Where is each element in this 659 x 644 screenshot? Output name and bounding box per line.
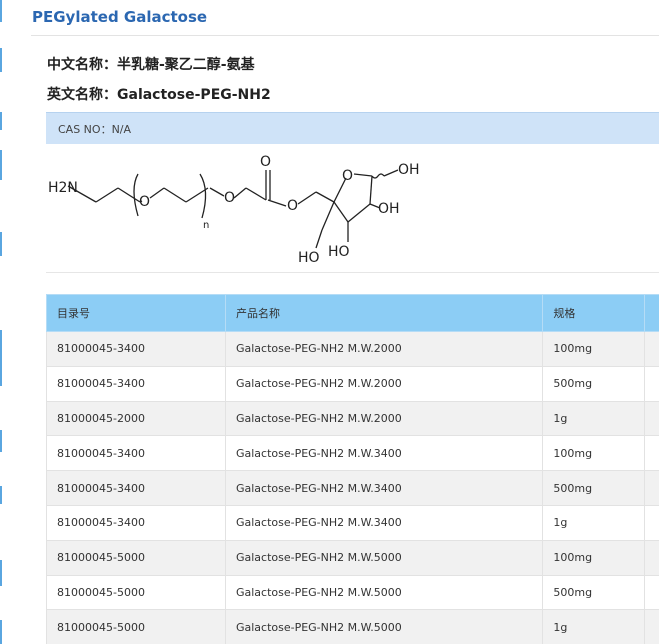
english-name-label: 英文名称：	[47, 87, 117, 103]
extra-cell	[643, 470, 659, 506]
product-name-cell: Galactose-PEG-NH2 M.W.2000	[224, 365, 544, 402]
header-product-name: 产品名称	[224, 294, 544, 332]
header-catalog-number: 目录号	[46, 294, 226, 332]
catalog-number-cell: 81000045-3400	[46, 365, 226, 402]
extra-cell	[643, 400, 659, 437]
title-divider	[31, 35, 659, 36]
english-name: 英文名称：Galactose-PEG-NH2	[47, 84, 271, 104]
product-name-cell: Galactose-PEG-NH2 M.W.3400	[224, 435, 544, 472]
hydroxyl-label: OH	[398, 162, 420, 178]
product-name-cell: Galactose-PEG-NH2 M.W.3400	[224, 470, 544, 506]
table-row: 81000045-5000 Galactose-PEG-NH2 M.W.5000 5…	[46, 574, 659, 611]
catalog-number-cell: 81000045-3400	[46, 435, 226, 472]
table-row: 81000045-3400 Galactose-PEG-NH2 M.W.2000 5…	[46, 365, 659, 402]
specification-cell: 1g	[542, 400, 645, 437]
catalog-number-cell: 81000045-3400	[46, 331, 226, 367]
header-specification: 规格	[542, 294, 645, 332]
chinese-name-value: 半乳糖-聚乙二醇-氨基	[117, 57, 255, 73]
specification-cell: 100mg	[542, 331, 645, 367]
product-name-cell: Galactose-PEG-NH2 M.W.3400	[224, 504, 544, 541]
cas-bar: CAS NO：N/A	[46, 112, 659, 144]
oxygen-label: O	[342, 168, 353, 184]
product-name-cell: Galactose-PEG-NH2 M.W.2000	[224, 331, 544, 367]
hydroxyl-label: HO	[328, 244, 350, 260]
structure-divider	[46, 272, 659, 273]
chemical-structure: H2N O n O O O O OH OH HO HO	[48, 154, 420, 266]
chinese-name: 中文名称：半乳糖-聚乙二醇-氨基	[47, 54, 255, 74]
catalog-number-cell: 81000045-5000	[46, 574, 226, 611]
specification-cell: 100mg	[542, 539, 645, 576]
catalog-number-cell: 81000045-5000	[46, 539, 226, 576]
hydroxyl-label: HO	[298, 250, 320, 266]
oxygen-label: O	[287, 198, 298, 214]
product-name-cell: Galactose-PEG-NH2 M.W.5000	[224, 609, 544, 644]
catalog-number-cell: 81000045-3400	[46, 470, 226, 506]
table-row: 81000045-5000 Galactose-PEG-NH2 M.W.5000 1…	[46, 539, 659, 576]
table-row: 81000045-5000 Galactose-PEG-NH2 M.W.5000 1…	[46, 609, 659, 644]
product-name-cell: Galactose-PEG-NH2 M.W.5000	[224, 539, 544, 576]
oxygen-label: O	[139, 194, 150, 210]
extra-cell	[643, 365, 659, 402]
sidebar-edge	[0, 0, 3, 644]
extra-cell	[643, 504, 659, 541]
specification-cell: 1g	[542, 504, 645, 541]
catalog-number-cell: 81000045-2000	[46, 400, 226, 437]
product-name-cell: Galactose-PEG-NH2 M.W.5000	[224, 574, 544, 611]
product-name-cell: Galactose-PEG-NH2 M.W.2000	[224, 400, 544, 437]
specification-cell: 100mg	[542, 435, 645, 472]
table-row: 81000045-3400 Galactose-PEG-NH2 M.W.2000 1…	[46, 331, 659, 367]
product-table: 目录号 产品名称 规格 81000045-3400 Galactose-PEG-N…	[46, 294, 659, 644]
page-title: PEGylated Galactose	[32, 8, 208, 26]
header-extra	[643, 294, 659, 332]
specification-cell: 1g	[542, 609, 645, 644]
oxygen-label: O	[260, 154, 271, 170]
specification-cell: 500mg	[542, 470, 645, 506]
extra-cell	[643, 609, 659, 644]
table-row: 81000045-3400 Galactose-PEG-NH2 M.W.3400 1…	[46, 435, 659, 472]
table-body: 81000045-3400 Galactose-PEG-NH2 M.W.2000 1…	[46, 331, 659, 644]
table-row: 81000045-3400 Galactose-PEG-NH2 M.W.3400 1…	[46, 504, 659, 541]
catalog-number-cell: 81000045-5000	[46, 609, 226, 644]
extra-cell	[643, 435, 659, 472]
extra-cell	[643, 539, 659, 576]
hydroxyl-label: OH	[378, 201, 400, 217]
chinese-name-label: 中文名称：	[47, 57, 117, 73]
table-header-row: 目录号 产品名称 规格	[46, 294, 659, 332]
catalog-number-cell: 81000045-3400	[46, 504, 226, 541]
extra-cell	[643, 331, 659, 367]
extra-cell	[643, 574, 659, 611]
amine-label: H2N	[48, 180, 78, 196]
oxygen-label: O	[224, 190, 235, 206]
english-name-value: Galactose-PEG-NH2	[117, 87, 271, 103]
specification-cell: 500mg	[542, 365, 645, 402]
subscript-n: n	[203, 220, 209, 231]
specification-cell: 500mg	[542, 574, 645, 611]
cas-number: CAS NO：N/A	[58, 123, 132, 136]
table-row: 81000045-2000 Galactose-PEG-NH2 M.W.2000 1…	[46, 400, 659, 437]
table-row: 81000045-3400 Galactose-PEG-NH2 M.W.3400 5…	[46, 470, 659, 506]
